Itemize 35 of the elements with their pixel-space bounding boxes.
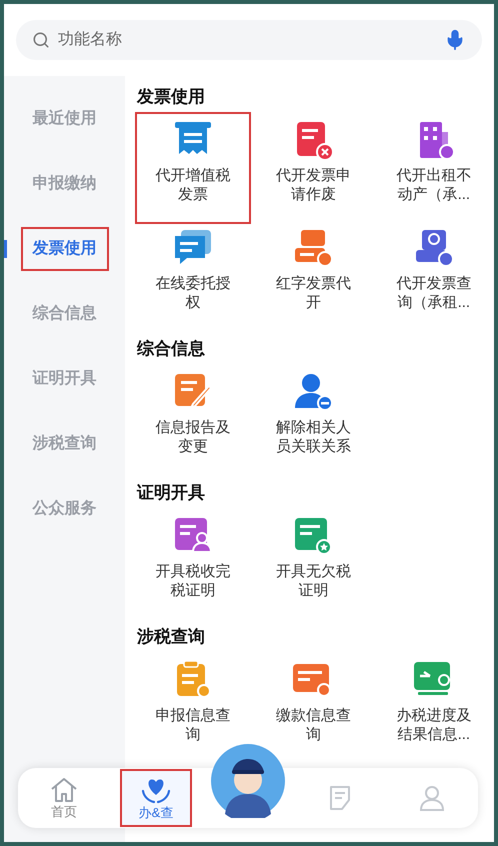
sidebar-item[interactable]: 发票使用 (22, 229, 106, 269)
service-item[interactable]: 代开增值税发票 (137, 114, 250, 222)
item-label: 办税进度及结果信息... (395, 706, 472, 744)
item-label: 申报信息查询 (154, 706, 232, 744)
search-icon (32, 31, 50, 49)
service-item[interactable]: 信息报告及变更 (137, 366, 250, 474)
item-label: 开具无欠税证明 (274, 562, 352, 600)
item-label: 代开发票查询（承租... (395, 274, 472, 312)
service-item[interactable]: 解除相关人员关联关系 (257, 366, 370, 474)
section-heading: 涉税查询 (136, 626, 206, 648)
item-label: 红字发票代开 (274, 274, 352, 312)
section-heading: 证明开具 (136, 482, 206, 504)
section-heading: 综合信息 (136, 338, 206, 360)
item-label: 代开发票申请作废 (274, 166, 352, 204)
item-label: 代开出租不动产（承... (395, 166, 472, 204)
service-item[interactable]: 代开发票申请作废 (257, 114, 370, 222)
service-item[interactable]: 办税进度及结果信息... (378, 654, 490, 762)
item-label: 信息报告及变更 (154, 418, 232, 456)
home-icon (49, 776, 79, 804)
service-item[interactable]: 代开出租不动产（承... (378, 114, 490, 222)
item-label: 代开增值税发票 (154, 166, 232, 204)
assistant-avatar[interactable] (211, 744, 285, 818)
item-label: 缴款信息查询 (274, 706, 352, 744)
service-item[interactable]: 开具无欠税证明 (257, 510, 370, 618)
service-item[interactable]: 在线委托授权 (137, 222, 250, 330)
search-field[interactable]: 功能名称 (16, 20, 482, 60)
item-label: 在线委托授权 (154, 274, 232, 312)
section-heading: 发票使用 (136, 86, 206, 108)
service-item[interactable]: 代开发票查询（承租... (378, 222, 490, 330)
user-icon (418, 784, 446, 812)
service-item[interactable]: 红字发票代开 (257, 222, 370, 330)
item-label: 开具税收完税证明 (154, 562, 232, 600)
service-item[interactable]: 开具税收完税证明 (137, 510, 250, 618)
item-label: 解除相关人员关联关系 (274, 418, 352, 456)
nav-tab[interactable]: 办&查 (122, 771, 190, 825)
